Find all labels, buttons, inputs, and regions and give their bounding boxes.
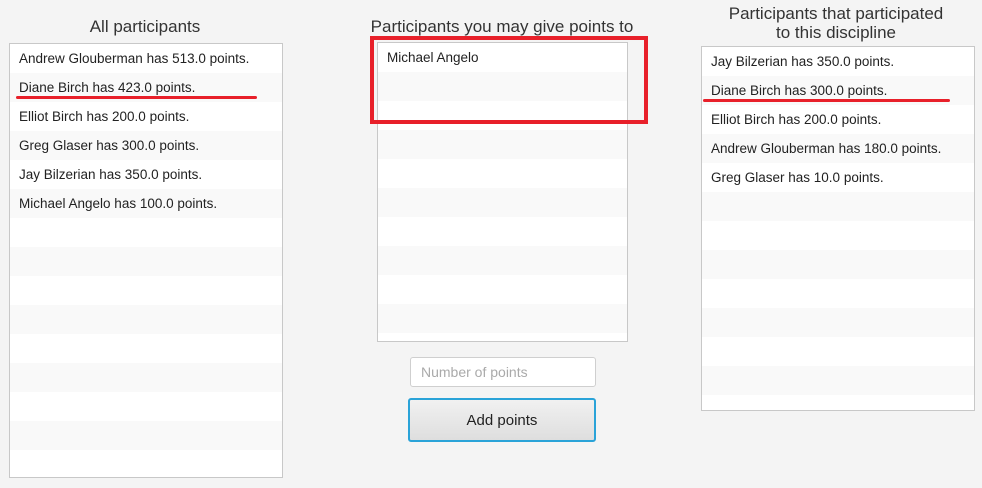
list-item[interactable] bbox=[378, 333, 627, 341]
list-item[interactable] bbox=[702, 250, 974, 279]
annotation-highlight-box bbox=[370, 36, 648, 124]
list-item[interactable] bbox=[702, 395, 974, 410]
list-item[interactable] bbox=[702, 192, 974, 221]
list-item[interactable] bbox=[378, 159, 627, 188]
list-item[interactable] bbox=[378, 304, 627, 333]
all-participants-title: All participants bbox=[89, 17, 201, 36]
list-item[interactable] bbox=[702, 366, 974, 395]
list-item[interactable]: Michael Angelo has 100.0 points. bbox=[10, 189, 282, 218]
list-item[interactable] bbox=[702, 337, 974, 366]
list-item[interactable] bbox=[378, 188, 627, 217]
list-item[interactable]: Jay Bilzerian has 350.0 points. bbox=[702, 47, 974, 76]
list-item[interactable]: Jay Bilzerian has 350.0 points. bbox=[10, 160, 282, 189]
list-item[interactable] bbox=[10, 218, 282, 247]
list-item[interactable]: Andrew Glouberman has 513.0 points. bbox=[10, 44, 282, 73]
list-item[interactable] bbox=[378, 217, 627, 246]
list-item[interactable] bbox=[10, 247, 282, 276]
list-item[interactable]: Elliot Birch has 200.0 points. bbox=[10, 102, 282, 131]
list-item[interactable] bbox=[702, 221, 974, 250]
list-item[interactable] bbox=[378, 246, 627, 275]
list-item[interactable] bbox=[10, 305, 282, 334]
list-item[interactable] bbox=[702, 279, 974, 308]
list-item[interactable]: Greg Glaser has 10.0 points. bbox=[702, 163, 974, 192]
number-of-points-input[interactable] bbox=[410, 357, 596, 387]
list-item[interactable] bbox=[10, 392, 282, 421]
title-line-1: Participants that participated bbox=[728, 4, 944, 23]
discipline-participants-title: Participants that participated to this d… bbox=[690, 4, 982, 42]
list-item[interactable] bbox=[10, 363, 282, 392]
all-participants-list[interactable]: Andrew Glouberman has 513.0 points. Diane… bbox=[9, 43, 283, 478]
add-points-button[interactable]: Add points bbox=[408, 398, 596, 442]
give-points-title: Participants you may give points to bbox=[370, 17, 634, 36]
list-item[interactable]: Elliot Birch has 200.0 points. bbox=[702, 105, 974, 134]
list-item[interactable] bbox=[10, 421, 282, 450]
list-item[interactable] bbox=[378, 130, 627, 159]
title-line-2: to this discipline bbox=[775, 23, 896, 42]
list-item[interactable] bbox=[702, 308, 974, 337]
list-item[interactable]: Greg Glaser has 300.0 points. bbox=[10, 131, 282, 160]
list-item[interactable]: Andrew Glouberman has 180.0 points. bbox=[702, 134, 974, 163]
annotation-underline-left bbox=[16, 96, 257, 99]
list-item[interactable] bbox=[10, 334, 282, 363]
annotation-underline-right bbox=[703, 99, 950, 102]
list-item[interactable] bbox=[10, 450, 282, 477]
list-item[interactable] bbox=[10, 276, 282, 305]
list-item[interactable] bbox=[378, 275, 627, 304]
